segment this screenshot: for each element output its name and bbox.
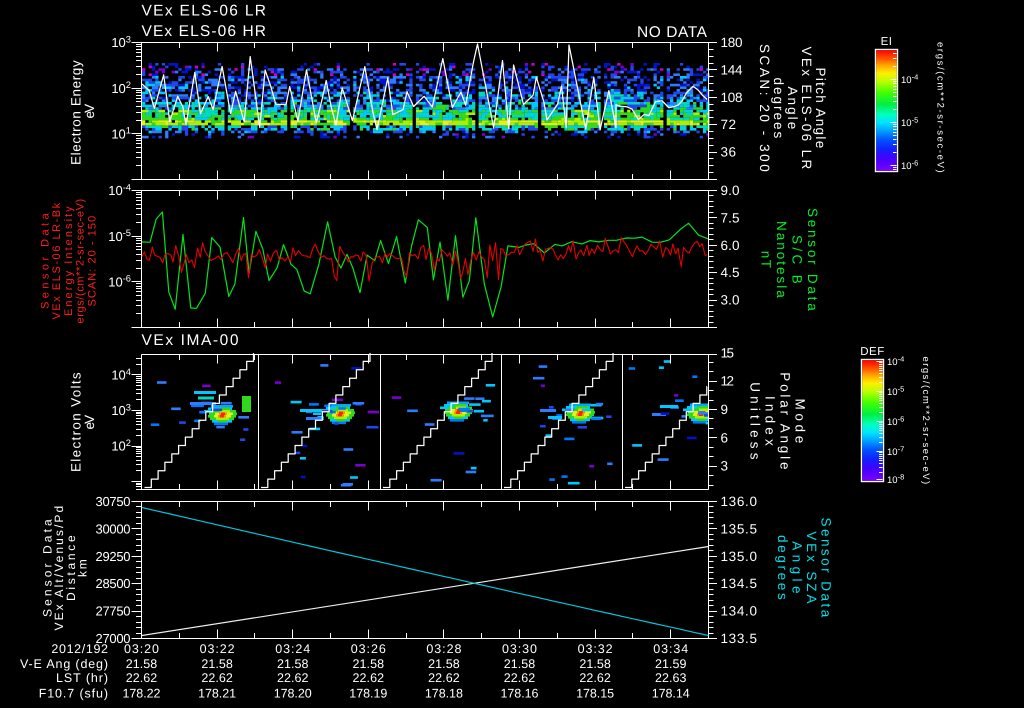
svg-text:72: 72 [721,117,737,132]
svg-text:21.58: 21.58 [277,657,309,671]
svg-text:Sensor Data: Sensor Data [819,518,834,618]
svg-text:F10.7 (sfu): F10.7 (sfu) [39,686,108,700]
svg-text:VEx ELS-06 LR: VEx ELS-06 LR [142,3,267,20]
svg-text:nT: nT [759,251,774,269]
svg-text:178.15: 178.15 [576,686,614,700]
svg-text:Angle: Angle [790,541,805,594]
svg-text:134.0: 134.0 [721,604,758,619]
svg-text:22.62: 22.62 [277,671,309,685]
svg-text:S/C B: S/C B [790,235,805,284]
svg-text:21.58: 21.58 [126,657,158,671]
svg-text:ergs/(cm**2-sr-sec-eV): ergs/(cm**2-sr-sec-eV) [75,199,87,324]
svg-text:22.62: 22.62 [353,671,385,685]
svg-text:29250: 29250 [96,549,131,564]
svg-text:21.58: 21.58 [504,657,536,671]
svg-text:SCAN: 20 - 150: SCAN: 20 - 150 [86,216,98,307]
svg-text:NO DATA: NO DATA [637,24,708,41]
svg-text:degrees: degrees [771,78,786,139]
svg-text:03:32: 03:32 [578,642,613,656]
svg-text:178.16: 178.16 [501,686,539,700]
svg-text:178.21: 178.21 [198,686,236,700]
svg-text:9.0: 9.0 [721,183,740,198]
svg-text:km: km [76,559,90,577]
svg-text:136.0: 136.0 [721,494,758,509]
svg-text:180: 180 [721,35,743,50]
svg-text:03:24: 03:24 [275,642,310,656]
svg-text:27750: 27750 [96,604,131,619]
svg-text:22.63: 22.63 [655,671,687,685]
svg-text:3: 3 [721,459,729,474]
svg-text:21.58: 21.58 [353,657,385,671]
svg-text:22.62: 22.62 [504,671,536,685]
svg-text:135.5: 135.5 [721,521,758,536]
svg-text:VEx ELS-06 LR-Bk: VEx ELS-06 LR-Bk [51,202,63,319]
svg-text:VEx ELS-06 HR: VEx ELS-06 HR [142,23,267,40]
svg-text:178.20: 178.20 [274,686,312,700]
svg-text:178.19: 178.19 [349,686,387,700]
svg-text:Sensor Data: Sensor Data [40,212,52,309]
svg-text:21.59: 21.59 [655,657,687,671]
svg-text:4.5: 4.5 [721,265,740,280]
svg-text:144: 144 [721,62,743,77]
svg-text:Polar Angle: Polar Angle [778,372,793,470]
svg-text:28500: 28500 [96,576,131,591]
svg-text:03:26: 03:26 [351,642,386,656]
svg-text:V-E Ang (deg): V-E Ang (deg) [20,657,108,671]
svg-text:108: 108 [721,90,743,105]
svg-text:Sensor Data: Sensor Data [805,208,820,311]
svg-text:7.5: 7.5 [721,210,740,225]
svg-text:eV: eV [82,415,97,430]
svg-text:15: 15 [721,345,735,360]
svg-text:21.58: 21.58 [201,657,233,671]
svg-text:03:22: 03:22 [200,642,235,656]
svg-text:03:30: 03:30 [502,642,537,656]
svg-text:3.0: 3.0 [721,293,740,308]
svg-text:30750: 30750 [96,494,131,509]
svg-text:ergs/(cm**2-sr-sec-eV): ergs/(cm**2-sr-sec-eV) [935,42,946,173]
svg-text:133.5: 133.5 [721,631,758,646]
svg-text:EI: EI [881,36,893,48]
svg-text:36: 36 [721,145,737,160]
svg-text:Angle: Angle [785,87,800,130]
svg-text:12: 12 [721,374,735,389]
svg-text:2012/192: 2012/192 [51,642,108,656]
svg-text:6.0: 6.0 [721,238,740,253]
svg-text:22.62: 22.62 [201,671,233,685]
svg-text:178.14: 178.14 [652,686,690,700]
svg-text:134.5: 134.5 [721,576,758,591]
svg-text:178.18: 178.18 [425,686,463,700]
svg-text:22.62: 22.62 [126,671,158,685]
svg-text:Mode: Mode [793,399,808,444]
svg-text:6: 6 [721,430,729,445]
svg-text:9: 9 [721,402,729,417]
svg-text:30000: 30000 [96,521,131,536]
svg-text:135.0: 135.0 [721,549,758,564]
svg-text:Index: Index [763,396,778,446]
svg-text:DEF: DEF [860,346,885,358]
svg-text:21.58: 21.58 [579,657,611,671]
svg-text:03:20: 03:20 [124,642,159,656]
svg-text:LST (hr): LST (hr) [56,671,108,685]
svg-text:Pitch Angle: Pitch Angle [813,68,828,149]
svg-text:178.22: 178.22 [123,686,161,700]
svg-text:VEx IMA-00: VEx IMA-00 [142,332,239,349]
svg-text:degrees: degrees [775,535,790,600]
svg-text:22.62: 22.62 [579,671,611,685]
svg-text:03:28: 03:28 [426,642,461,656]
svg-text:eV: eV [82,104,97,119]
svg-text:21.58: 21.58 [428,657,460,671]
svg-text:03:34: 03:34 [653,642,688,656]
svg-text:VEx ELS-06 LR: VEx ELS-06 LR [799,47,814,170]
svg-text:22.62: 22.62 [428,671,460,685]
